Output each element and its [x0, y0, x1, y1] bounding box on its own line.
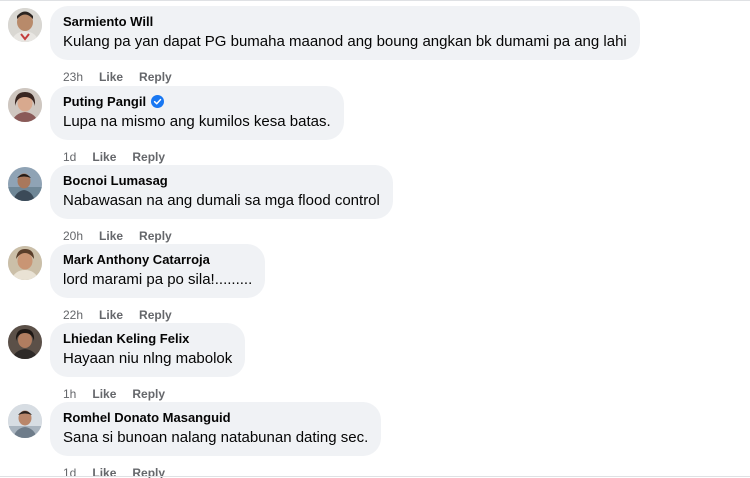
like-button[interactable]: Like — [99, 70, 123, 84]
person-photo-icon — [8, 167, 42, 201]
comments-panel: Sarmiento Will Kulang pa yan dapat PG bu… — [0, 0, 750, 478]
reply-button[interactable]: Reply — [132, 150, 165, 164]
person-photo-icon — [8, 404, 42, 438]
person-photo-icon — [8, 246, 42, 280]
bottom-divider — [0, 476, 750, 477]
comment-text: Sana si bunoan nalang natabunan dating s… — [63, 429, 369, 446]
comment-actions: 23h Like Reply — [63, 70, 188, 84]
reply-button[interactable]: Reply — [139, 70, 172, 84]
person-photo-icon — [8, 8, 42, 42]
like-button[interactable]: Like — [99, 229, 123, 243]
comment-bubble: Puting Pangil Lupa na mismo ang kumilos … — [50, 86, 344, 140]
avatar[interactable] — [8, 404, 42, 438]
comment-bubble: Romhel Donato Masanguid Sana si bunoan n… — [50, 402, 382, 456]
top-divider — [0, 0, 750, 1]
avatar[interactable] — [8, 246, 42, 280]
comment-bubble: Bocnoi Lumasag Nabawasan na ang dumali s… — [50, 165, 393, 219]
comment-actions: 20h Like Reply — [63, 229, 188, 243]
comment-actions: 1d Like Reply — [63, 150, 181, 164]
like-button[interactable]: Like — [92, 150, 116, 164]
comment-text: Kulang pa yan dapat PG bumaha maanod ang… — [63, 33, 627, 50]
comment-bubble: Mark Anthony Catarroja lord marami pa po… — [50, 244, 266, 298]
avatar[interactable] — [8, 8, 42, 42]
avatar[interactable] — [8, 167, 42, 201]
comment-text: lord marami pa po sila!......... — [63, 271, 253, 288]
comment-text: Lupa na mismo ang kumilos kesa batas. — [63, 113, 331, 130]
comment-timestamp[interactable]: 20h — [63, 229, 83, 243]
comment-author[interactable]: Lhiedan Keling Felix — [63, 330, 189, 347]
reply-button[interactable]: Reply — [132, 387, 165, 401]
comment-author[interactable]: Puting Pangil — [63, 93, 146, 110]
comment-actions: 22h Like Reply — [63, 308, 188, 322]
reply-button[interactable]: Reply — [139, 308, 172, 322]
comment-author[interactable]: Romhel Donato Masanguid — [63, 409, 231, 426]
like-button[interactable]: Like — [92, 387, 116, 401]
reply-button[interactable]: Reply — [139, 229, 172, 243]
avatar[interactable] — [8, 325, 42, 359]
comment-bubble: Sarmiento Will Kulang pa yan dapat PG bu… — [50, 6, 640, 60]
comment-timestamp[interactable]: 23h — [63, 70, 83, 84]
verified-badge-icon — [151, 95, 165, 108]
comment-timestamp[interactable]: 1d — [63, 150, 76, 164]
comment-author[interactable]: Bocnoi Lumasag — [63, 172, 168, 189]
comment-text: Hayaan niu nlng mabolok — [63, 350, 233, 367]
comment-bubble: Lhiedan Keling Felix Hayaan niu nlng mab… — [50, 323, 246, 377]
person-photo-icon — [8, 325, 42, 359]
avatar[interactable] — [8, 88, 42, 122]
comment-text: Nabawasan na ang dumali sa mga flood con… — [63, 192, 380, 209]
comment-timestamp[interactable]: 1h — [63, 387, 76, 401]
person-photo-icon — [8, 88, 42, 122]
comment-author[interactable]: Mark Anthony Catarroja — [63, 251, 210, 268]
comment-author[interactable]: Sarmiento Will — [63, 13, 153, 30]
like-button[interactable]: Like — [99, 308, 123, 322]
comment-timestamp[interactable]: 22h — [63, 308, 83, 322]
comment-actions: 1h Like Reply — [63, 387, 181, 401]
